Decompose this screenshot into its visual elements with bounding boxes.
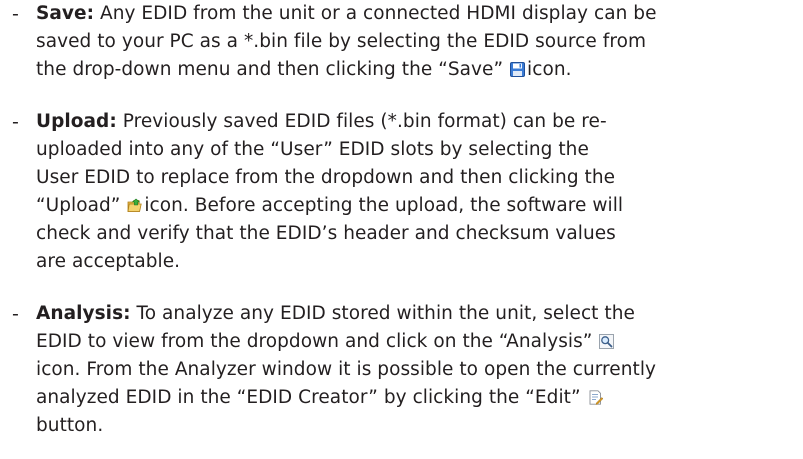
save-line-1: Save: Any EDID from the unit or a connec… — [36, 0, 800, 28]
analysis-text-1: To analyze any EDID stored within the un… — [130, 303, 635, 324]
analysis-paragraph: Analysis: To analyze any EDID stored wit… — [36, 300, 800, 440]
edit-document-icon — [588, 390, 603, 405]
analysis-line-2: EDID to view from the dropdown and click… — [36, 328, 800, 356]
upload-line-6: are acceptable. — [36, 251, 181, 272]
upload-folder-icon — [127, 198, 143, 213]
analysis-label: Analysis: — [36, 303, 131, 324]
save-line-3: the drop-down menu and then clicking the… — [36, 56, 800, 84]
upload-text-4b: icon. Before accepting the upload, the s… — [144, 195, 624, 216]
upload-text-4a: “Upload” — [36, 195, 121, 216]
upload-text-1: Previously saved EDID files (*.bin forma… — [116, 111, 607, 132]
analysis-line-3: icon. From the Analyzer window it is pos… — [36, 359, 657, 380]
upload-line-1: Upload: Previously saved EDID files (*.b… — [36, 108, 800, 136]
save-text-3a: the drop-down menu and then clicking the… — [36, 59, 504, 80]
save-floppy-icon — [510, 62, 526, 77]
save-line-2: saved to your PC as a *.bin file by sele… — [36, 31, 647, 52]
document-page: - Save: Any EDID from the unit or a conn… — [0, 0, 803, 459]
upload-line-3: User EDID to replace from the dropdown a… — [36, 167, 616, 188]
bullet-dash: - — [12, 3, 19, 25]
analysis-line-1: Analysis: To analyze any EDID stored wit… — [36, 300, 800, 328]
analysis-line-5: button. — [36, 415, 104, 436]
bullet-dash: - — [12, 303, 19, 325]
save-text-3b: icon. — [527, 59, 572, 80]
upload-line-5: check and verify that the EDID’s header … — [36, 223, 616, 244]
upload-paragraph: Upload: Previously saved EDID files (*.b… — [36, 108, 800, 276]
save-paragraph: Save: Any EDID from the unit or a connec… — [36, 0, 800, 84]
upload-line-4: “Upload” icon. Before accepting the uplo… — [36, 192, 800, 220]
save-label: Save: — [36, 3, 95, 24]
magnifier-icon — [599, 334, 615, 349]
analysis-line-4: analyzed EDID in the “EDID Creator” by c… — [36, 384, 800, 412]
upload-label: Upload: — [36, 111, 117, 132]
analysis-text-2a: EDID to view from the dropdown and click… — [36, 331, 593, 352]
upload-line-2: uploaded into any of the “User” EDID slo… — [36, 139, 589, 160]
analysis-text-4: analyzed EDID in the “EDID Creator” by c… — [36, 387, 581, 408]
bullet-dash: - — [12, 111, 19, 133]
save-text-1: Any EDID from the unit or a connected HD… — [94, 3, 657, 24]
